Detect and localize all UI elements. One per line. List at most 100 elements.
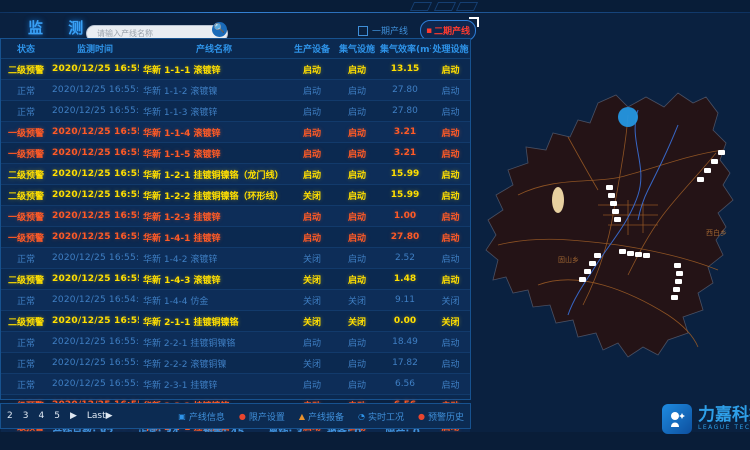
map-marker[interactable] <box>673 287 680 292</box>
map-place-label: 固山乡 <box>558 255 579 265</box>
map-marker[interactable] <box>711 159 718 164</box>
gas-facility-cell: 启动 <box>335 143 379 164</box>
table-row[interactable]: 一级预警 2020/12/25 16:55:24 华新 1-4-1 挂镀锌 启动… <box>1 227 470 248</box>
map-marker[interactable] <box>671 295 678 300</box>
district-map[interactable]: 西白乡固山乡 <box>478 55 750 403</box>
status-cell: 正常 <box>1 374 51 395</box>
table-row[interactable]: 一级预警 2020/12/25 16:55:24 华新 1-2-3 挂镀锌 启动… <box>1 206 470 227</box>
treatment-cell: 启动 <box>431 332 470 353</box>
search-icon[interactable]: 🔍 <box>212 22 227 37</box>
treatment-cell: 启动 <box>431 185 470 206</box>
bottom-strip <box>0 432 750 450</box>
time-cell: 2020/12/25 16:55:04 <box>51 353 139 374</box>
treatment-cell: 启动 <box>431 353 470 374</box>
table-row[interactable]: 二级预警 2020/12/25 16:55:24 华新 2-1-1 挂镀铜镍铬 … <box>1 311 470 332</box>
toolbar-button[interactable]: ● 预警历史 <box>418 410 464 423</box>
line-name-cell: 华新 2-2-1 挂镀铜镍铬 <box>139 332 289 353</box>
map-place-label: 西白乡 <box>706 228 727 238</box>
gas-facility-cell: 启动 <box>335 101 379 122</box>
check-icon: ▪ <box>426 26 432 36</box>
efficiency-cell: 3.21 <box>379 122 431 143</box>
last-page-button[interactable]: Last▶ <box>87 411 113 421</box>
column-header: 产线名称 <box>139 39 289 59</box>
pagination: 2 3 4 5 ▶ Last▶ <box>7 411 113 421</box>
status-cell: 二级预警 <box>1 59 51 80</box>
table-row[interactable]: 二级预警 2020/12/25 16:55:04 华新 1-4-3 滚镀锌 关闭… <box>1 269 470 290</box>
map-marker[interactable] <box>675 279 682 284</box>
table-row[interactable]: 正常 2020/12/25 16:55:24 华新 1-1-2 滚镀镍 启动 启… <box>1 80 470 101</box>
table-row[interactable]: 一级预警 2020/12/25 16:55:24 华新 1-1-5 滚镀锌 启动… <box>1 143 470 164</box>
search-box: 🔍 <box>86 21 228 38</box>
line-name-cell: 华新 2-1-1 挂镀铜镍铬 <box>139 311 289 332</box>
table-row[interactable]: 正常 2020/12/25 16:55:24 华新 1-1-3 滚镀锌 启动 启… <box>1 101 470 122</box>
treatment-cell: 启动 <box>431 80 470 101</box>
device-cell: 启动 <box>289 206 335 227</box>
company-logo: 力嘉科技 LEAGUE TECH <box>662 404 750 434</box>
toolbar-button[interactable]: ◔ 实时工况 <box>358 410 404 423</box>
map-marker[interactable] <box>635 252 642 257</box>
page-number[interactable]: 3 <box>23 411 29 421</box>
table-row[interactable]: 正常 2020/12/25 16:55:24 华新 1-4-2 滚镀锌 关闭 启… <box>1 248 470 269</box>
focus-circle-marker[interactable] <box>618 107 638 127</box>
time-cell: 2020/12/25 16:55:24 <box>51 80 139 101</box>
logo-icon <box>662 404 692 434</box>
table-row[interactable]: 正常 2020/12/25 16:54:44 华新 1-4-4 仿金 关闭 关闭… <box>1 290 470 311</box>
table-row[interactable]: 正常 2020/12/25 16:55:04 华新 2-2-1 挂镀铜镍铬 启动… <box>1 332 470 353</box>
device-cell: 关闭 <box>289 353 335 374</box>
efficiency-cell: 15.99 <box>379 185 431 206</box>
status-cell: 一级预警 <box>1 122 51 143</box>
gas-facility-cell: 启动 <box>335 374 379 395</box>
map-marker[interactable] <box>610 201 617 206</box>
time-cell: 2020/12/25 16:55:24 <box>51 101 139 122</box>
map-marker[interactable] <box>584 269 591 274</box>
map-marker[interactable] <box>676 271 683 276</box>
map-marker[interactable] <box>627 251 634 256</box>
time-cell: 2020/12/25 16:55:24 <box>51 311 139 332</box>
checkbox-icon[interactable] <box>358 26 368 36</box>
map-marker[interactable] <box>579 277 586 282</box>
time-cell: 2020/12/25 16:55:24 <box>51 227 139 248</box>
table-row[interactable]: 二级预警 2020/12/25 16:55:04 华新 1-2-1 挂镀铜镍铬（… <box>1 164 470 185</box>
logo-subtitle: LEAGUE TECH <box>698 424 750 431</box>
map-marker[interactable] <box>614 217 621 222</box>
toolbar-button[interactable]: ▲ 产线报备 <box>299 410 344 423</box>
map-marker[interactable] <box>643 253 650 258</box>
gas-facility-cell: 启动 <box>335 122 379 143</box>
page-number[interactable]: 5 <box>54 411 60 421</box>
toolbar-button[interactable]: ● 限产设置 <box>239 410 285 423</box>
device-cell: 启动 <box>289 59 335 80</box>
table-row[interactable]: 正常 2020/12/25 16:55:24 华新 2-3-1 挂镀锌 启动 启… <box>1 374 470 395</box>
column-header: 状态 <box>1 39 51 59</box>
map-marker[interactable] <box>718 150 725 155</box>
status-cell: 二级预警 <box>1 185 51 206</box>
device-cell: 关闭 <box>289 248 335 269</box>
map-marker[interactable] <box>674 263 681 268</box>
device-cell: 启动 <box>289 332 335 353</box>
efficiency-cell: 13.15 <box>379 59 431 80</box>
map-marker[interactable] <box>697 177 704 182</box>
efficiency-cell: 27.80 <box>379 227 431 248</box>
map-marker[interactable] <box>704 168 711 173</box>
page-number[interactable]: 4 <box>38 411 44 421</box>
map-marker[interactable] <box>619 249 626 254</box>
column-header: 监测时间 <box>51 39 139 59</box>
toolbar-button[interactable]: ▣ 产线信息 <box>178 410 225 423</box>
table-row[interactable]: 二级预警 2020/12/25 16:55:24 华新 1-2-2 挂镀铜镍铬（… <box>1 185 470 206</box>
line-name-cell: 华新 1-1-3 滚镀锌 <box>139 101 289 122</box>
map-marker[interactable] <box>608 193 615 198</box>
status-cell: 一级预警 <box>1 227 51 248</box>
map-marker[interactable] <box>612 209 619 214</box>
table-row[interactable]: 二级预警 2020/12/25 16:55:24 华新 1-1-1 滚镀锌 启动… <box>1 59 470 80</box>
phase1-checkbox[interactable]: 一期产线 <box>358 24 408 37</box>
treatment-cell: 关闭 <box>431 311 470 332</box>
line-name-cell: 华新 1-2-2 挂镀铜镍铬（环形线） <box>139 185 289 206</box>
table-row[interactable]: 一级预警 2020/12/25 16:55:24 华新 1-1-4 滚镀锌 启动… <box>1 122 470 143</box>
map-marker[interactable] <box>589 261 596 266</box>
table-row[interactable]: 正常 2020/12/25 16:55:04 华新 2-2-2 滚镀铜镍 关闭 … <box>1 353 470 374</box>
map-marker[interactable] <box>606 185 613 190</box>
top-strip <box>0 0 750 12</box>
device-cell: 启动 <box>289 143 335 164</box>
map-marker[interactable] <box>594 253 601 258</box>
page-number[interactable]: 2 <box>7 411 13 421</box>
next-page-icon[interactable]: ▶ <box>70 411 77 421</box>
